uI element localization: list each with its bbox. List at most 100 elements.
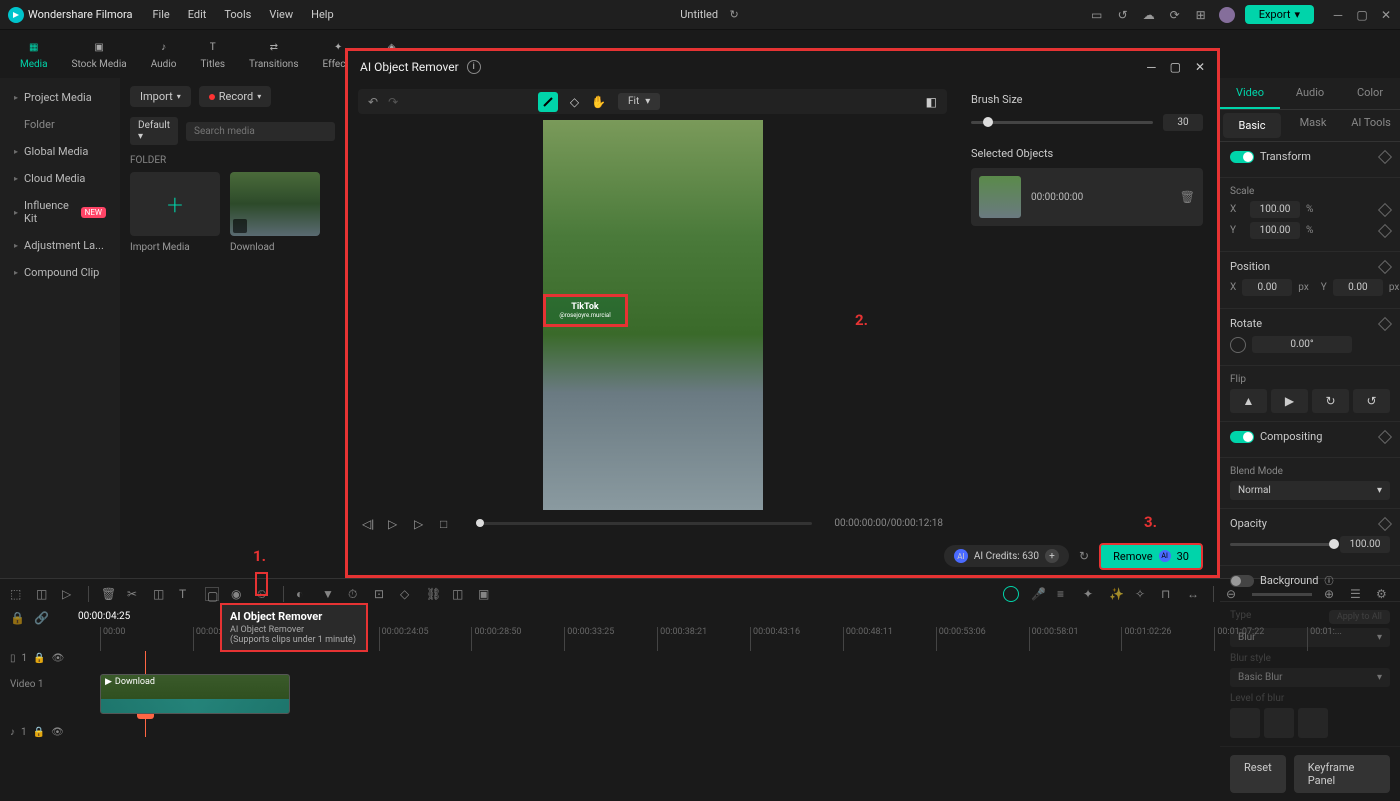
pos-y-input[interactable]: [1333, 279, 1383, 296]
sidebar-adjustment[interactable]: ▸Adjustment La...: [4, 232, 116, 259]
tool-titles[interactable]: TTitles: [190, 35, 235, 74]
brush-value[interactable]: 30: [1163, 114, 1203, 131]
tl-link2-icon[interactable]: 🔗: [34, 611, 48, 625]
progress-bar[interactable]: [476, 522, 812, 525]
tl-render-icon[interactable]: [1003, 586, 1019, 602]
tl-crop-icon[interactable]: ◫: [153, 587, 167, 601]
tl-lock2-icon[interactable]: 🔒: [10, 611, 24, 625]
maximize-icon[interactable]: ▢: [1356, 9, 1368, 21]
tab-audio[interactable]: Audio: [1280, 78, 1340, 109]
kf-icon[interactable]: [1378, 223, 1392, 237]
selected-object-item[interactable]: 00:00:00:00 🗑: [971, 168, 1203, 226]
modal-minimize-icon[interactable]: ─: [1147, 60, 1156, 74]
video-clip[interactable]: ▶Download: [100, 674, 290, 714]
menu-view[interactable]: View: [269, 8, 293, 21]
minimize-icon[interactable]: ─: [1332, 9, 1344, 21]
delete-object-icon[interactable]: 🗑: [1180, 190, 1195, 204]
kf-icon[interactable]: [1378, 259, 1392, 273]
scale-y-input[interactable]: [1250, 222, 1300, 239]
remove-button[interactable]: Remove AI 30: [1099, 543, 1203, 570]
import-button[interactable]: Import▾: [130, 86, 191, 107]
close-icon[interactable]: ✕: [1380, 9, 1392, 21]
rotate-dial-icon[interactable]: [1230, 337, 1246, 353]
tl-mix-icon[interactable]: ≡: [1057, 587, 1071, 601]
flip-h-button[interactable]: ▲: [1230, 389, 1267, 413]
tl-text-icon[interactable]: T: [179, 587, 193, 601]
sync-icon[interactable]: ⟳: [1167, 7, 1183, 23]
sidebar-influence-kit[interactable]: ▸Influence KitNEW: [4, 192, 116, 232]
tl-ai-icon[interactable]: ✨: [1109, 587, 1123, 601]
kf-icon[interactable]: [1378, 429, 1392, 443]
brush-tool-icon[interactable]: [538, 92, 558, 112]
keyframe-diamond-icon[interactable]: [1378, 149, 1392, 163]
kf-icon[interactable]: [1378, 202, 1392, 216]
eraser-tool-icon[interactable]: ◇: [570, 95, 579, 109]
tool-audio[interactable]: ♪Audio: [141, 35, 187, 74]
tl-voice-icon[interactable]: 🎤: [1031, 587, 1045, 601]
info-icon[interactable]: i: [467, 60, 481, 74]
pos-x-input[interactable]: [1242, 279, 1292, 296]
compare-icon[interactable]: ◧: [926, 95, 937, 109]
menu-help[interactable]: Help: [311, 8, 334, 21]
import-media-tile[interactable]: +: [130, 172, 220, 236]
media-thumbnail[interactable]: [230, 172, 320, 236]
subtab-basic[interactable]: Basic: [1223, 113, 1281, 138]
sidebar-project-media[interactable]: ▸Project Media: [4, 84, 116, 111]
tl-zoom-slider[interactable]: [1252, 593, 1312, 596]
search-input[interactable]: [186, 122, 335, 141]
tl-mask-icon[interactable]: ◉: [231, 587, 245, 601]
sidebar-global-media[interactable]: ▸Global Media: [4, 138, 116, 165]
refresh-credits-icon[interactable]: ↻: [1079, 549, 1089, 563]
kf-icon[interactable]: [1378, 516, 1392, 530]
tl-snap-icon[interactable]: ⊡: [374, 587, 388, 601]
rotate-input[interactable]: [1252, 336, 1352, 353]
modal-maximize-icon[interactable]: ▢: [1170, 60, 1181, 74]
reset-button[interactable]: Reset: [1230, 755, 1286, 793]
avatar-icon[interactable]: [1219, 7, 1235, 23]
tl-magnet-icon[interactable]: ⊓: [1161, 587, 1175, 601]
tl-ai2-icon[interactable]: ✧: [1135, 587, 1149, 601]
subtab-mask[interactable]: Mask: [1284, 110, 1342, 141]
grid-icon[interactable]: ⊞: [1193, 7, 1209, 23]
tl-link-icon[interactable]: ⛓: [426, 587, 440, 601]
tab-video[interactable]: Video: [1220, 78, 1280, 109]
cloud-sync-icon[interactable]: ↻: [726, 7, 742, 23]
tl-group-icon[interactable]: ◫: [452, 587, 466, 601]
brush-slider[interactable]: [971, 121, 1153, 124]
record-button[interactable]: Record▾: [199, 86, 272, 107]
tl-ai-remover-icon[interactable]: ▢: [205, 587, 219, 601]
tab-color[interactable]: Color: [1340, 78, 1400, 109]
transform-toggle[interactable]: [1230, 151, 1254, 163]
tl-keyframe-icon[interactable]: ◇: [400, 587, 414, 601]
redo-icon[interactable]: ↷: [388, 95, 398, 109]
opacity-input[interactable]: [1340, 536, 1390, 553]
tl-effect-icon[interactable]: ✦: [1083, 587, 1097, 601]
tl-select-icon[interactable]: ⬚: [10, 587, 24, 601]
fit-select[interactable]: Fit▾: [618, 93, 660, 110]
tl-trash-icon[interactable]: 🗑: [101, 587, 115, 601]
sidebar-compound[interactable]: ▸Compound Clip: [4, 259, 116, 286]
tool-media[interactable]: ▦Media: [10, 35, 58, 74]
tl-zoomout-icon[interactable]: ⊖: [1226, 587, 1240, 601]
blend-select[interactable]: Normal▾: [1230, 481, 1390, 500]
apply-all-button[interactable]: Apply to All: [1329, 610, 1390, 624]
sidebar-folder[interactable]: Folder: [4, 111, 116, 138]
scale-x-input[interactable]: [1250, 201, 1300, 218]
tl-lock-icon[interactable]: ▣: [478, 587, 492, 601]
export-button[interactable]: Export▾: [1245, 5, 1314, 24]
tl-fit-icon[interactable]: ↔: [1187, 587, 1201, 601]
tl-arrow-icon[interactable]: ▷: [62, 587, 76, 601]
selection-box[interactable]: TikTok @rosejoyre.murcial: [543, 294, 628, 327]
tl-marker-icon[interactable]: ▼: [322, 587, 336, 601]
screen-icon[interactable]: ▭: [1089, 7, 1105, 23]
menu-tools[interactable]: Tools: [224, 8, 251, 21]
tl-settings-icon[interactable]: ⚙: [1376, 587, 1390, 601]
tl-timer-icon[interactable]: ⏱: [348, 587, 362, 601]
hand-tool-icon[interactable]: ✋: [591, 95, 606, 109]
modal-close-icon[interactable]: ✕: [1195, 60, 1205, 74]
sidebar-cloud-media[interactable]: ▸Cloud Media: [4, 165, 116, 192]
play-icon[interactable]: ▷: [388, 517, 402, 531]
kf-icon[interactable]: [1378, 316, 1392, 330]
history-icon[interactable]: ↺: [1115, 7, 1131, 23]
tl-zoomin-icon[interactable]: ⊕: [1324, 587, 1338, 601]
